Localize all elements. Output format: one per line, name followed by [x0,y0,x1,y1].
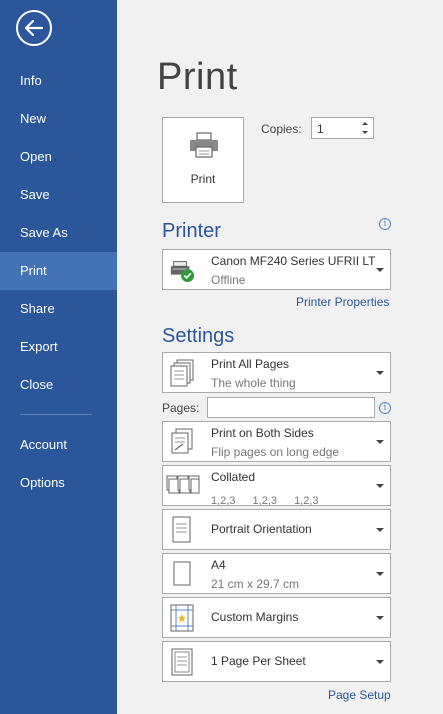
printer-dropdown[interactable]: Canon MF240 Series UFRII LT Offline [162,249,391,290]
nav-item-account[interactable]: Account [0,426,117,464]
duplex-subtitle: Flip pages on long edge [211,445,340,459]
spin-up-icon[interactable] [360,119,370,128]
backstage-sidebar: Info New Open Save Save As Print Share E… [0,0,117,714]
portrait-icon [172,516,191,543]
orientation-title: Portrait Orientation [211,522,312,536]
dropdown-caret-icon [376,268,384,272]
print-button-label: Print [190,172,216,186]
info-icon[interactable]: i [379,218,391,230]
arrow-left-icon [24,19,44,37]
margins-dropdown[interactable]: Custom Margins [162,597,391,638]
nav-item-options[interactable]: Options [0,464,117,502]
back-button[interactable] [16,10,52,46]
collation-set-1: 1,2,3 [211,495,236,507]
print-range-dropdown[interactable]: Print All Pages The whole thing [162,352,391,393]
printer-name: Canon MF240 Series UFRII LT [211,254,376,268]
printer-status-icon [170,261,195,283]
margins-title: Custom Margins [211,610,299,624]
pages-per-sheet-dropdown[interactable]: 1 Page Per Sheet [162,641,391,682]
orientation-dropdown[interactable]: Portrait Orientation [162,509,391,550]
both-sides-icon [171,428,193,454]
nav-item-save[interactable]: Save [0,176,117,214]
pages-input[interactable] [207,397,375,418]
spin-down-icon[interactable] [360,128,370,137]
print-button[interactable]: Print [162,117,244,203]
nav-item-share[interactable]: Share [0,290,117,328]
page-setup-link[interactable]: Page Setup [328,688,391,702]
dropdown-caret-icon [376,371,384,375]
pages-info-icon[interactable]: i [379,402,391,414]
all-pages-icon [170,359,194,387]
paper-size-subtitle: 21 cm x 29.7 cm [211,577,300,591]
print-range-title: Print All Pages [211,357,290,371]
collation-sequence: 1,2,3 1,2,3 1,2,3 [211,495,333,507]
nav-divider [20,414,92,415]
print-range-subtitle: The whole thing [211,376,296,390]
dropdown-caret-icon [376,660,384,664]
printer-properties-link[interactable]: Printer Properties [296,295,389,309]
copies-label: Copies: [261,122,302,136]
printer-status: Offline [211,273,246,287]
nav-item-close[interactable]: Close [0,366,117,404]
print-panel: Print Print Copies: 1 Printer i Canon MF… [117,0,443,714]
collation-set-3: 1,2,3 [294,495,319,507]
paper-size-icon [173,561,191,586]
nav-item-info[interactable]: Info [0,62,117,100]
pages-per-sheet-title: 1 Page Per Sheet [211,654,306,668]
settings-header: Settings [162,325,235,347]
pages-label: Pages: [162,401,200,415]
copies-value: 1 [317,122,324,136]
printer-header: Printer [162,220,221,242]
dropdown-caret-icon [376,440,384,444]
nav-item-new[interactable]: New [0,100,117,138]
nav-item-export[interactable]: Export [0,328,117,366]
paper-size-dropdown[interactable]: A4 21 cm x 29.7 cm [162,553,391,594]
dropdown-caret-icon [376,572,384,576]
dropdown-caret-icon [376,484,384,488]
paper-size-title: A4 [211,558,226,572]
collation-title: Collated [211,470,256,484]
copies-spinner[interactable]: 1 [311,117,374,139]
margins-icon [170,604,194,632]
page-per-sheet-icon [171,648,193,676]
dropdown-caret-icon [376,528,384,532]
collation-set-2: 1,2,3 [252,495,277,507]
collated-icon [166,475,200,494]
collation-dropdown[interactable]: Collated 1,2,3 1,2,3 1,2,3 [162,465,391,507]
dropdown-caret-icon [376,616,384,620]
page-title: Print [157,56,238,98]
duplex-dropdown[interactable]: Print on Both Sides Flip pages on long e… [162,421,391,462]
nav-item-save-as[interactable]: Save As [0,214,117,252]
nav-item-print[interactable]: Print [0,252,117,290]
nav-item-open[interactable]: Open [0,138,117,176]
duplex-title: Print on Both Sides [211,426,314,440]
printer-icon [190,132,218,158]
